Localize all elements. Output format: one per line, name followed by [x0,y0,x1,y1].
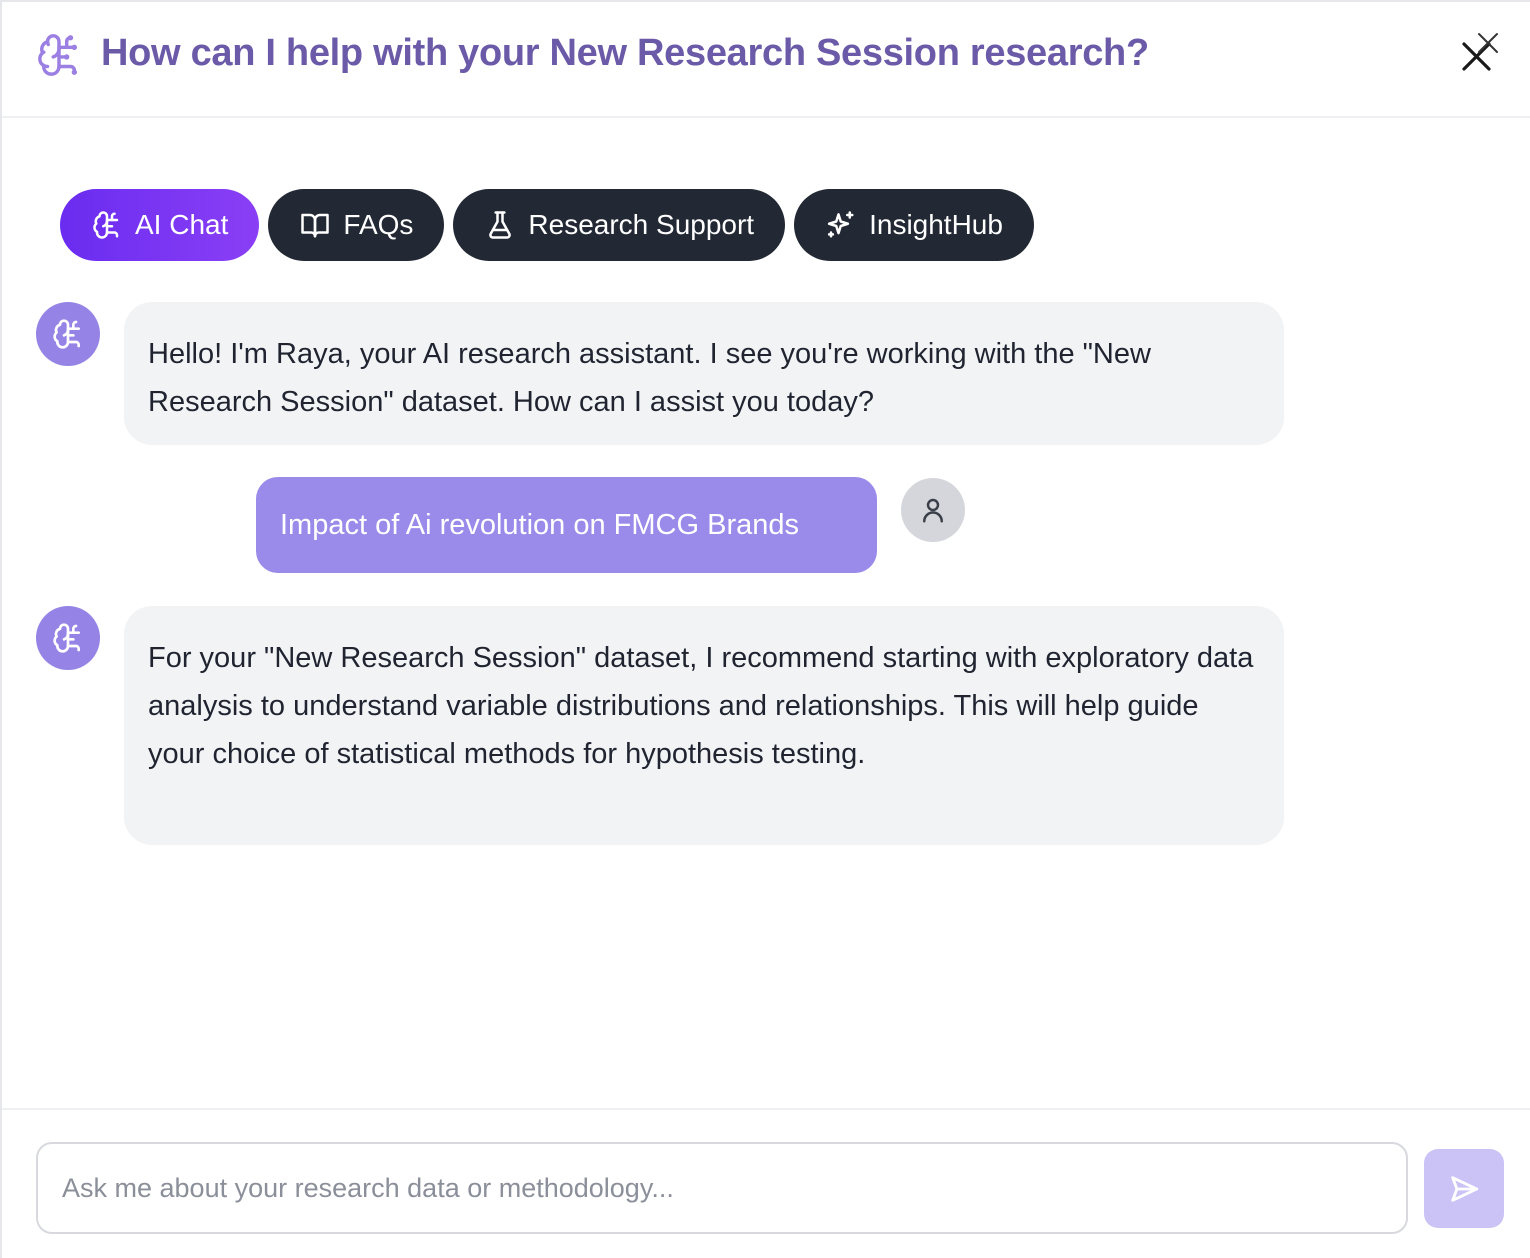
brain-circuit-icon [36,32,82,78]
user-avatar [901,478,965,542]
tab-label: AI Chat [135,209,229,240]
assistant-avatar [36,606,100,670]
assistant-message: For your "New Research Session" dataset,… [124,606,1284,845]
flask-icon [489,211,512,239]
assistant-avatar [36,302,100,366]
dialog-header: How can I help with your New Research Se… [2,2,1530,118]
message-text: For your "New Research Session" dataset,… [148,642,1254,770]
tab-faqs[interactable]: FAQs [268,189,445,261]
brain-circuit-icon [53,319,80,349]
user-icon [923,498,943,523]
close-button[interactable] [1452,28,1502,78]
sparkles-icon [827,211,854,238]
chat-input[interactable] [36,1142,1408,1234]
tab-ai-chat[interactable]: AI Chat [60,189,260,261]
chat-dialog: How can I help with your New Research Se… [0,0,1530,1258]
tab-research-support[interactable]: Research Support [453,189,786,261]
message-text: Hello! I'm Raya, your AI research assist… [148,338,1151,418]
close-icon [1462,33,1498,71]
brain-circuit-icon [93,211,119,239]
send-button[interactable] [1424,1149,1504,1228]
tab-label: Research Support [528,209,755,240]
book-open-icon [301,213,330,238]
assistant-message: Hello! I'm Raya, your AI research assist… [124,302,1284,445]
send-icon [1451,1175,1479,1202]
tab-label: InsightHub [869,209,1003,240]
tab-bar: AI Chat FAQs Research Support InsightHub [60,189,1034,261]
dialog-title: How can I help with your New Research Se… [101,32,1149,74]
message-text: Impact of Ai revolution on FMCG Brands [280,508,799,541]
tab-insighthub[interactable]: InsightHub [794,189,1034,261]
tab-label: FAQs [343,209,414,240]
user-message: Impact of Ai revolution on FMCG Brands [256,477,877,573]
brain-circuit-icon [53,623,80,653]
